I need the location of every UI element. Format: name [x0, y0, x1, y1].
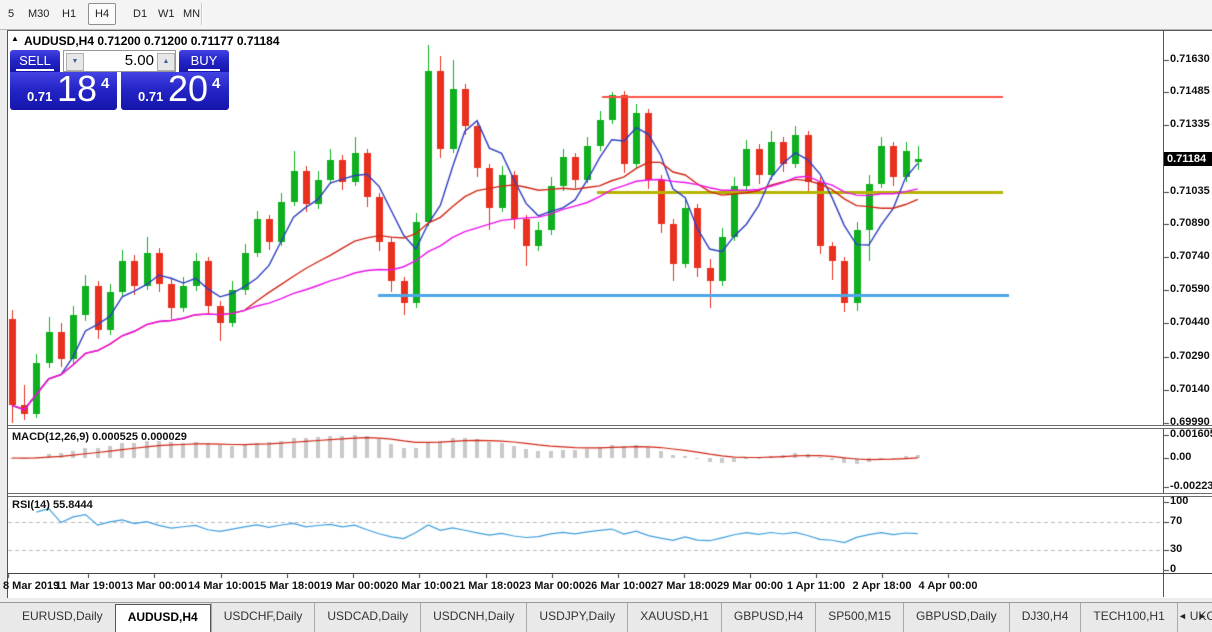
one-click-trading-panel: SELL ▼ 5.00 ▲ BUY 0.71 18 4 0.71 20 4 [10, 48, 229, 110]
chart-ohlc-header: AUDUSD,H4 0.71200 0.71200 0.71177 0.7118… [24, 34, 280, 48]
price-axis-label: 0.71035 [1170, 185, 1210, 197]
buy-price-prefix: 0.71 [138, 89, 164, 104]
price-axis-label: 0.71630 [1170, 53, 1210, 65]
price-axis-label: 0.70740 [1170, 250, 1210, 262]
chart-collapse-icon[interactable]: ▲ [11, 34, 19, 43]
sell-price-pips: 18 [57, 68, 98, 109]
price-axis-label: 0.70440 [1170, 316, 1210, 328]
tab-xauusd-h1[interactable]: XAUUSD,H1 [627, 603, 721, 632]
macd-axis-label: -0.002235 [1170, 480, 1212, 492]
tab-audusd-h4[interactable]: AUDUSD,H4 [114, 604, 211, 632]
price-axis-separator [1163, 31, 1164, 597]
tab-usdcad-daily[interactable]: USDCAD,Daily [314, 603, 420, 632]
macd-axis-label: 0.001605 [1170, 428, 1212, 440]
tab-usdcnh-daily[interactable]: USDCNH,Daily [420, 603, 526, 632]
rsi-indicator-label: RSI(14) 55.8444 [12, 499, 93, 511]
tab-sp500-m15[interactable]: SP500,M15 [815, 603, 903, 632]
macd-indicator-label: MACD(12,26,9) 0.000525 0.000029 [12, 431, 187, 443]
tab-gbpusd-h4[interactable]: GBPUSD,H4 [720, 603, 815, 632]
price-axis-label: 0.69990 [1170, 416, 1210, 428]
tab-eurusd-daily[interactable]: EURUSD,Daily [10, 603, 115, 632]
tab-scroll-left-icon[interactable]: ◄ [1178, 611, 1187, 621]
sell-price-fraction: 4 [101, 75, 110, 92]
buy-price-pips: 20 [168, 68, 209, 109]
tab-tech100-h1[interactable]: TECH100,H1 [1080, 603, 1176, 632]
rsi-axis-label: 70 [1170, 515, 1183, 527]
price-axis-label: 0.70140 [1170, 383, 1210, 395]
tab-usdjpy-daily[interactable]: USDJPY,Daily [526, 603, 627, 632]
current-price-tag: 0.71184 [1164, 152, 1212, 166]
chevron-up-icon: ▲ [162, 58, 170, 65]
rsi-axis-label: 30 [1170, 543, 1183, 555]
price-axis-label: 0.70590 [1170, 283, 1210, 295]
tab-scroll-right-icon[interactable]: ► [1198, 611, 1207, 621]
tab-dj30-h4[interactable]: DJ30,H4 [1008, 603, 1081, 632]
price-axis-label: 0.70890 [1170, 217, 1210, 229]
time-axis-separator [8, 573, 1212, 574]
sell-button[interactable]: SELL [10, 50, 60, 72]
sell-price-prefix: 0.71 [27, 89, 53, 104]
sell-button-label: SELL [16, 53, 54, 71]
rsi-pane-splitter[interactable] [8, 493, 1212, 497]
chevron-down-icon: ▼ [71, 58, 79, 65]
price-axis-label: 0.71485 [1170, 85, 1210, 97]
price-axis-label: 0.71335 [1170, 118, 1210, 130]
time-axis-label: 4 Apr 00:00 [918, 580, 978, 592]
tab-usdchf-daily[interactable]: USDCHF,Daily [210, 603, 315, 632]
sell-price-button[interactable]: 0.71 18 4 [10, 68, 117, 110]
buy-price-fraction: 4 [212, 75, 221, 92]
buy-price-button[interactable]: 0.71 20 4 [121, 68, 229, 110]
tab-gbpusd-daily[interactable]: GBPUSD,Daily [903, 603, 1009, 632]
rsi-axis-label: 0 [1170, 563, 1177, 575]
chart-tabs: EURUSD,Daily AUDUSD,H4 USDCHF,Daily USDCAD,… [10, 603, 1212, 632]
macd-pane-splitter[interactable] [8, 425, 1212, 429]
rsi-axis-label: 100 [1170, 495, 1189, 507]
chart-tab-bar: EURUSD,Daily AUDUSD,H4 USDCHF,Daily USDCAD,… [0, 602, 1212, 632]
macd-axis-label: 0.00 [1170, 451, 1192, 463]
price-axis-label: 0.70290 [1170, 350, 1210, 362]
